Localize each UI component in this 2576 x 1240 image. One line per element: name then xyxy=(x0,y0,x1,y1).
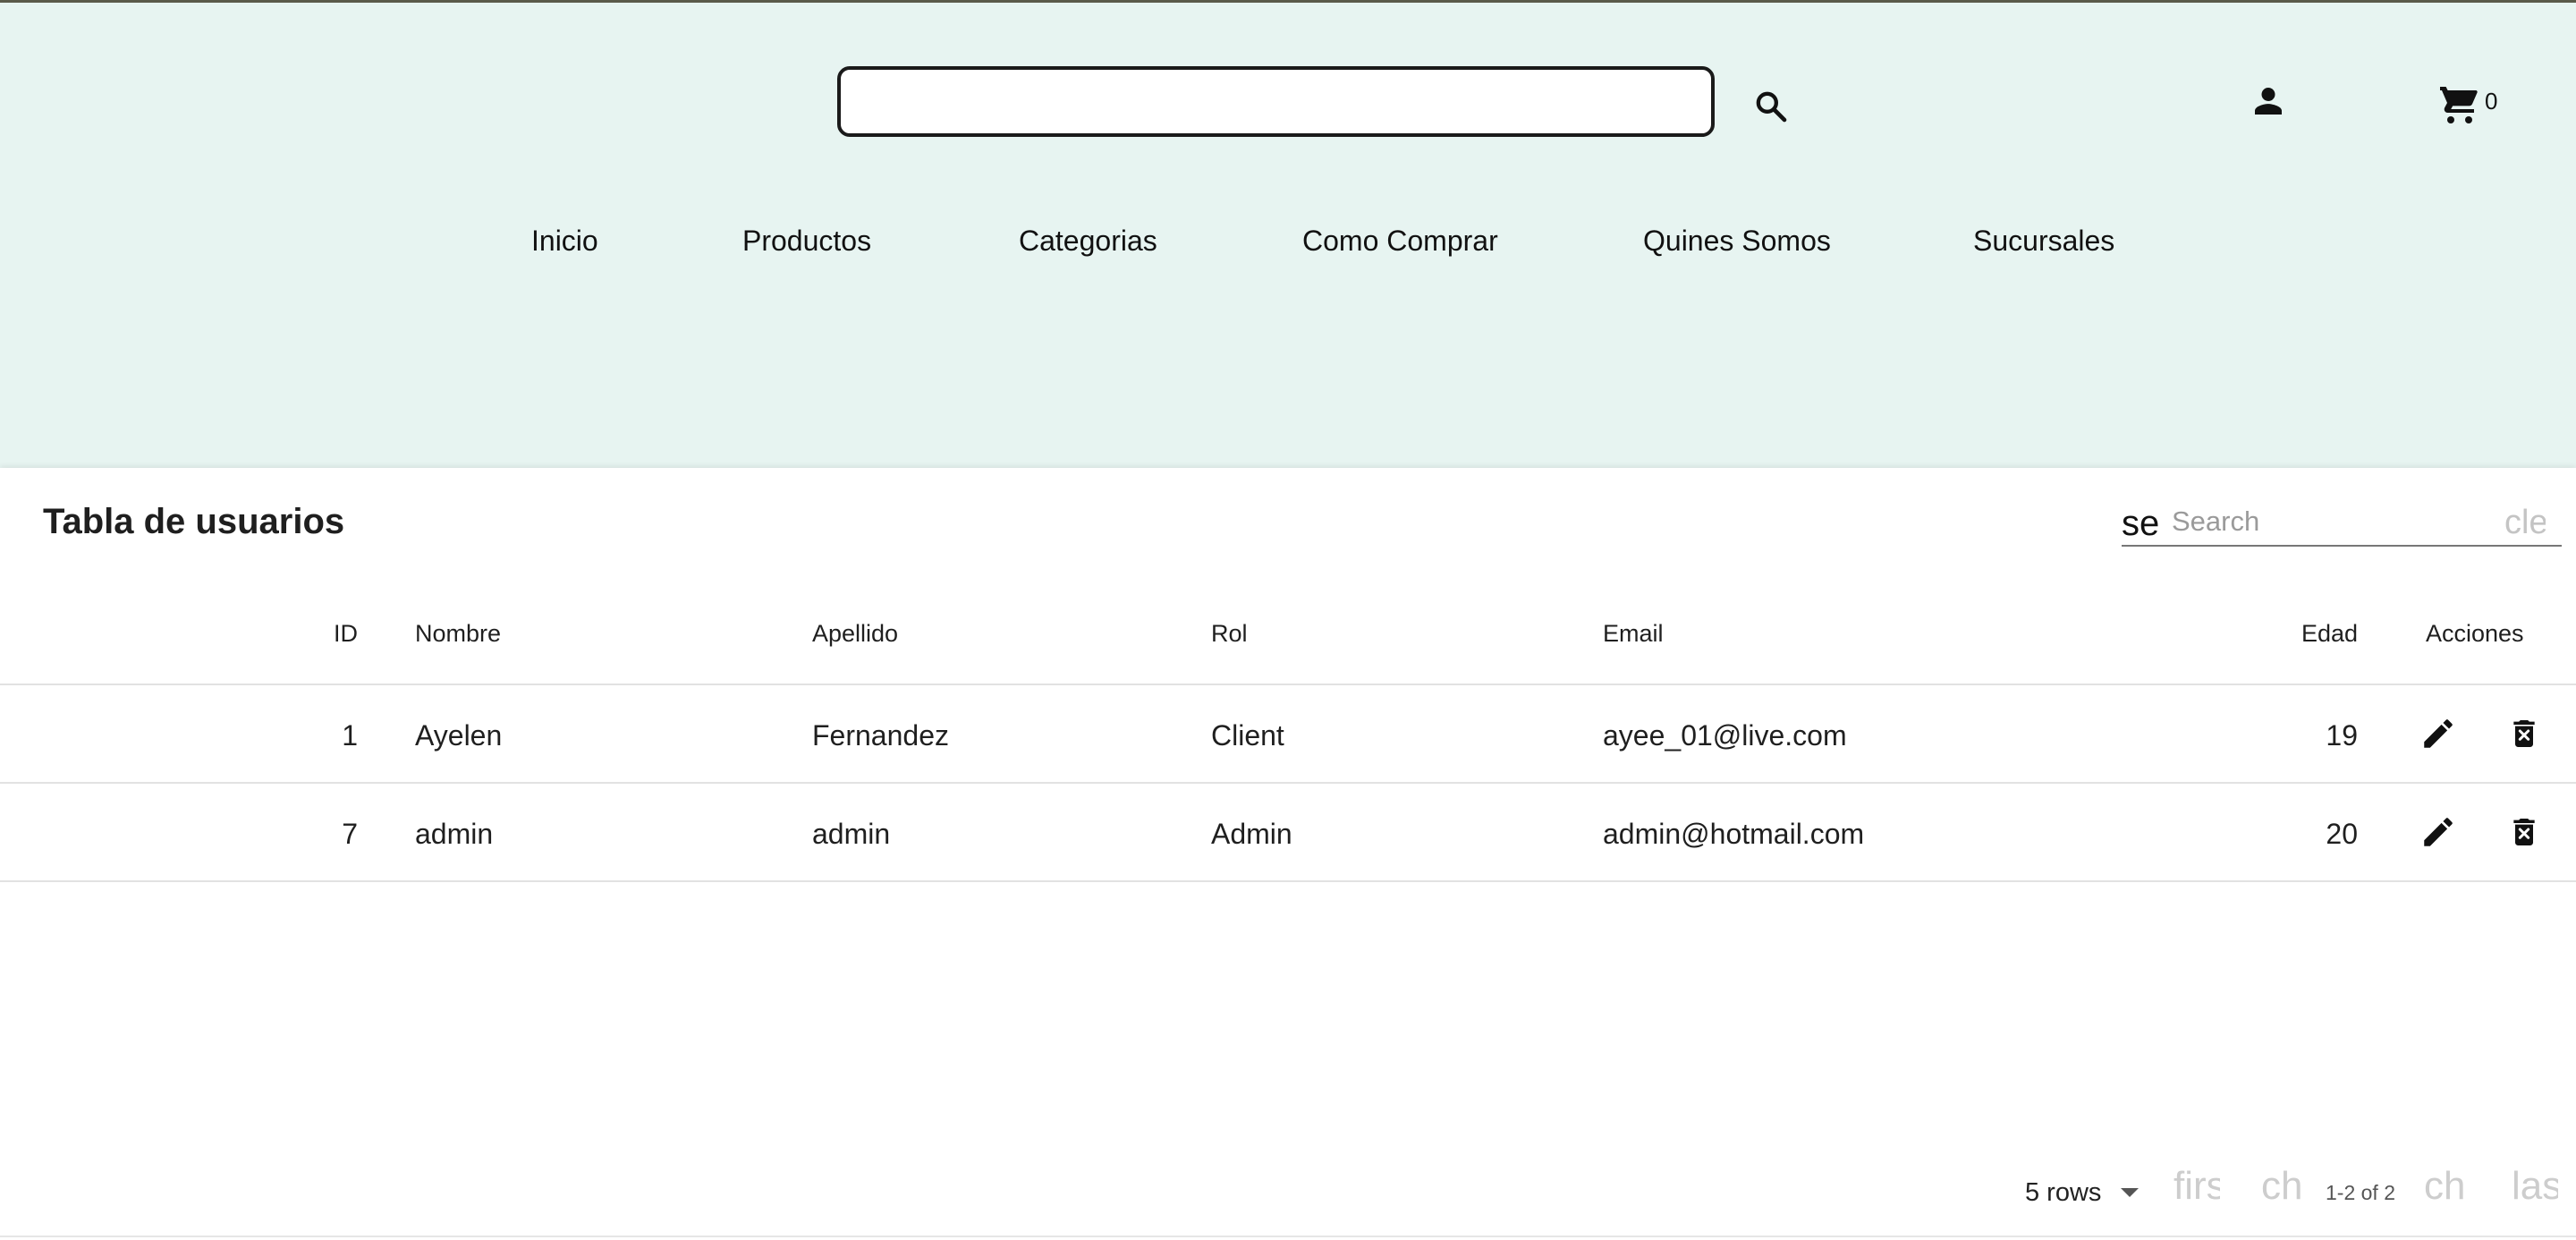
cell-apellido: admin xyxy=(812,818,891,850)
site-header: 0 Inicio Productos Categorias Como Compr… xyxy=(0,3,2576,468)
account-button[interactable] xyxy=(2247,80,2290,123)
table-search-input[interactable] xyxy=(2172,504,2494,539)
pagination-info: 1-2 of 2 xyxy=(2326,1181,2395,1204)
column-header-rol[interactable]: Rol xyxy=(1211,620,1248,648)
column-header-acciones: Acciones xyxy=(2426,620,2524,647)
nav-item-sucursales[interactable]: Sucursales xyxy=(1973,225,2114,258)
previous-page-button[interactable]: ch xyxy=(2261,1164,2308,1209)
delete-button[interactable] xyxy=(2503,712,2546,755)
cell-rol: Client xyxy=(1211,719,1284,752)
edit-icon xyxy=(2424,719,2453,748)
cart-button[interactable] xyxy=(2431,80,2488,130)
table-search: se cle xyxy=(2122,495,2562,547)
site-search-input[interactable] xyxy=(837,66,1715,137)
nav-item-como-comprar[interactable]: Como Comprar xyxy=(1302,225,1498,258)
delete-button[interactable] xyxy=(2503,811,2546,854)
person-icon xyxy=(2255,88,2282,115)
table-title: Tabla de usuarios xyxy=(43,502,345,541)
cell-edad: 20 xyxy=(2326,818,2358,850)
column-header-apellido[interactable]: Apellido xyxy=(812,620,898,648)
header-divider xyxy=(0,684,2576,685)
cart-icon xyxy=(2440,87,2478,123)
row-divider xyxy=(0,782,2576,784)
users-table-panel: Tabla de usuarios se cle ID Nombre Apell… xyxy=(0,468,2576,1240)
nav-item-productos[interactable]: Productos xyxy=(742,225,871,258)
search-button[interactable] xyxy=(1750,85,1792,128)
last-page-button[interactable]: las xyxy=(2512,1164,2558,1209)
cell-nombre: Ayelen xyxy=(415,719,503,752)
cell-id: 1 xyxy=(342,719,358,752)
next-page-button[interactable]: ch xyxy=(2424,1164,2470,1209)
row-divider xyxy=(0,880,2576,882)
cell-apellido: Fernandez xyxy=(812,719,949,752)
cell-edad: 19 xyxy=(2326,719,2358,752)
table-search-clear-icon[interactable]: cle xyxy=(2504,504,2546,542)
table-search-icon: se xyxy=(2122,504,2160,543)
delete-icon xyxy=(2513,819,2535,845)
edit-button[interactable] xyxy=(2417,811,2460,854)
nav-item-quienes-somos[interactable]: Quines Somos xyxy=(1643,225,1831,258)
rows-per-page-select[interactable]: 5 rows xyxy=(2025,1175,2140,1210)
rows-per-page-label: 5 rows xyxy=(2025,1177,2102,1207)
nav-item-categorias[interactable]: Categorias xyxy=(1019,225,1157,258)
delete-icon xyxy=(2513,720,2535,747)
cell-email: admin@hotmail.com xyxy=(1603,818,1865,850)
nav-item-inicio[interactable]: Inicio xyxy=(531,225,598,258)
panel-bottom-border xyxy=(0,1236,2576,1237)
column-header-id[interactable]: ID xyxy=(295,620,358,648)
cell-nombre: admin xyxy=(415,818,494,850)
cell-email: ayee_01@live.com xyxy=(1603,719,1847,752)
edit-icon xyxy=(2424,818,2453,846)
cell-id: 7 xyxy=(342,818,358,850)
edit-button[interactable] xyxy=(2417,712,2460,755)
main-nav: Inicio Productos Categorias Como Comprar… xyxy=(0,225,2576,269)
cell-rol: Admin xyxy=(1211,818,1292,850)
first-page-button[interactable]: firs xyxy=(2174,1164,2220,1209)
cart-count-badge: 0 xyxy=(2485,88,2498,115)
column-header-nombre[interactable]: Nombre xyxy=(415,620,501,648)
column-header-edad[interactable]: Edad xyxy=(2236,620,2358,648)
column-header-email[interactable]: Email xyxy=(1603,620,1664,648)
search-icon xyxy=(1756,91,1787,123)
chevron-down-icon xyxy=(2121,1188,2140,1197)
